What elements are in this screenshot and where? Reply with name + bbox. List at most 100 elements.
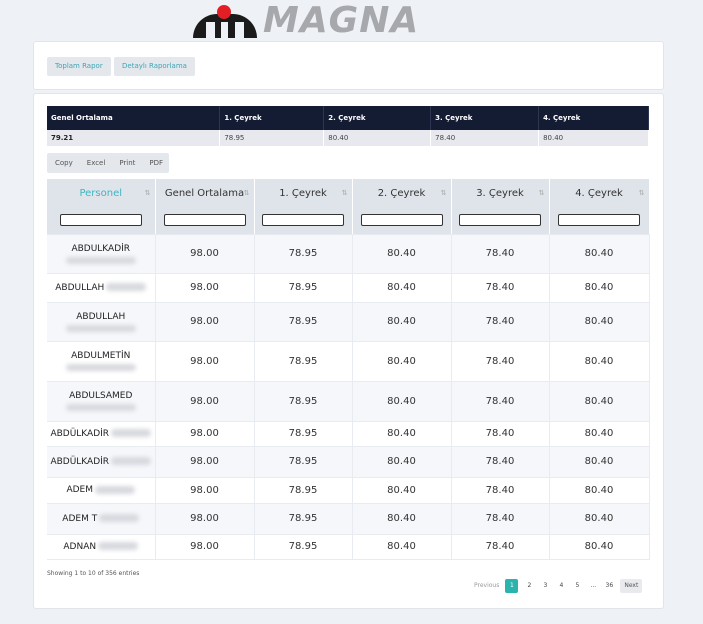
total-report-button[interactable]: Toplam Rapor <box>47 57 111 76</box>
column-header-personel[interactable]: Personel ⇅ <box>47 179 156 208</box>
cell-q4: 80.40 <box>549 234 650 274</box>
filter-input-q1[interactable] <box>262 214 344 226</box>
filter-input-average[interactable] <box>163 214 246 226</box>
cell-personel: ABDULKADİR <box>47 234 156 274</box>
cell-q3: 78.40 <box>451 477 550 504</box>
cell-q2: 80.40 <box>352 421 452 447</box>
filter-input-q4[interactable] <box>558 214 640 226</box>
filter-cell <box>451 208 550 235</box>
cell-q2: 80.40 <box>352 446 452 478</box>
column-label: 4. Çeyrek <box>575 188 623 199</box>
cell-q2: 80.40 <box>352 273 452 303</box>
copy-button[interactable]: Copy <box>47 153 79 173</box>
page-button[interactable]: 3 <box>540 579 550 593</box>
detailed-report-button[interactable]: Detaylı Raporlama <box>114 57 195 76</box>
filter-input-personel[interactable] <box>59 214 142 226</box>
filter-cell <box>254 208 353 235</box>
next-page-button[interactable]: Next <box>620 579 643 593</box>
page-button[interactable]: 4 <box>556 579 566 593</box>
personel-name: ABDÜLKADİR <box>50 428 110 439</box>
filter-input-q2[interactable] <box>360 214 443 226</box>
redacted-surname <box>65 364 136 371</box>
filter-input-q3[interactable] <box>459 214 541 226</box>
cell-q1: 78.95 <box>254 477 353 504</box>
personel-name: ABDULMETİN <box>71 351 131 361</box>
magna-logo-text: MAGNA <box>263 0 420 41</box>
sort-arrows-icon: ⇅ <box>440 189 447 197</box>
table-row: ADNAN 98.00 78.95 80.40 78.40 80.40 <box>47 534 650 560</box>
pdf-button[interactable]: PDF <box>141 153 169 173</box>
redacted-surname <box>65 324 136 332</box>
personel-name: ABDULKADİR <box>71 243 131 254</box>
column-header-q3[interactable]: 3. Çeyrek ⇅ <box>451 179 550 208</box>
redacted-surname <box>65 256 136 264</box>
excel-button[interactable]: Excel <box>79 153 112 173</box>
column-header-q1[interactable]: 1. Çeyrek ⇅ <box>254 179 353 208</box>
summary-value-q1: 78.95 <box>219 130 325 146</box>
cell-q4: 80.40 <box>549 503 650 535</box>
page-button[interactable]: 2 <box>524 579 534 593</box>
cell-q1: 78.95 <box>254 302 353 342</box>
cell-avg: 98.00 <box>155 477 255 504</box>
redacted-surname <box>111 429 152 437</box>
cell-q2: 80.40 <box>352 503 452 535</box>
cell-avg: 98.00 <box>155 446 255 478</box>
page-button[interactable]: 5 <box>572 579 582 593</box>
cell-q1: 78.95 <box>254 446 353 478</box>
column-header-q2[interactable]: 2. Çeyrek ⇅ <box>352 179 452 208</box>
column-label: 2. Çeyrek <box>377 188 426 199</box>
cell-avg: 98.00 <box>155 381 255 422</box>
cell-q3: 78.40 <box>451 421 550 447</box>
entries-info: Showing 1 to 10 of 356 entries <box>47 570 140 577</box>
page-button[interactable]: 1 <box>505 579 519 593</box>
column-label: 1. Çeyrek <box>279 188 327 199</box>
filter-cell <box>549 208 650 235</box>
cell-q3: 78.40 <box>451 503 550 535</box>
summary-header-q4: 4. Çeyrek <box>538 106 649 130</box>
filter-cell <box>352 208 452 235</box>
cell-personel: ABDULMETİN <box>47 341 156 382</box>
cell-q2: 80.40 <box>352 341 452 382</box>
redacted-surname <box>99 514 140 522</box>
sort-arrows-icon: ⇅ <box>243 189 250 197</box>
cell-personel: ABDULSAMED <box>47 381 156 422</box>
sort-arrows-icon: ⇅ <box>638 189 645 197</box>
redacted-surname <box>95 485 136 494</box>
cell-q4: 80.40 <box>549 421 650 447</box>
column-header-average[interactable]: Genel Ortalama ⇅ <box>155 179 255 208</box>
cell-personel: ABDULLAH <box>47 273 156 303</box>
cell-q1: 78.95 <box>254 534 353 560</box>
previous-page-button[interactable]: Previous <box>474 579 499 593</box>
cell-personel: ADNAN <box>47 534 156 560</box>
filter-cell <box>155 208 255 235</box>
cell-q3: 78.40 <box>451 302 550 342</box>
cell-q4: 80.40 <box>549 477 650 504</box>
magna-logo: MAGNA <box>193 0 503 41</box>
cell-q2: 80.40 <box>352 234 452 274</box>
summary-header-q2: 2. Çeyrek <box>323 106 432 130</box>
table-row: ABDÜLKADİR 98.00 78.95 80.40 78.40 80.40 <box>47 446 650 478</box>
column-label: 3. Çeyrek <box>476 188 524 199</box>
cell-q2: 80.40 <box>352 534 452 560</box>
personnel-table: Personel ⇅ Genel Ortalama ⇅ 1. Çeyrek ⇅ 2. … <box>47 179 650 560</box>
cell-avg: 98.00 <box>155 421 255 447</box>
summary-header-q3: 3. Çeyrek <box>430 106 540 130</box>
cell-q2: 80.40 <box>352 302 452 342</box>
cell-q2: 80.40 <box>352 477 452 504</box>
cell-q2: 80.40 <box>352 381 452 422</box>
print-button[interactable]: Print <box>111 153 141 173</box>
redacted-surname <box>65 404 136 411</box>
cell-avg: 98.00 <box>155 534 255 560</box>
summary-header-average: Genel Ortalama <box>47 106 221 130</box>
column-label: Genel Ortalama <box>164 188 245 199</box>
cell-personel: ADEM <box>47 477 156 504</box>
page-button[interactable]: 36 <box>604 579 614 593</box>
cell-personel: ADEM T <box>47 503 156 535</box>
column-label: Personel <box>79 188 123 199</box>
cell-avg: 98.00 <box>155 341 255 382</box>
column-header-q4[interactable]: 4. Çeyrek ⇅ <box>549 179 650 208</box>
magna-logo-mark <box>193 5 257 38</box>
filter-cell <box>47 208 156 235</box>
sort-arrows-icon: ⇅ <box>538 189 545 197</box>
table-row: ADEM T 98.00 78.95 80.40 78.40 80.40 <box>47 503 650 535</box>
